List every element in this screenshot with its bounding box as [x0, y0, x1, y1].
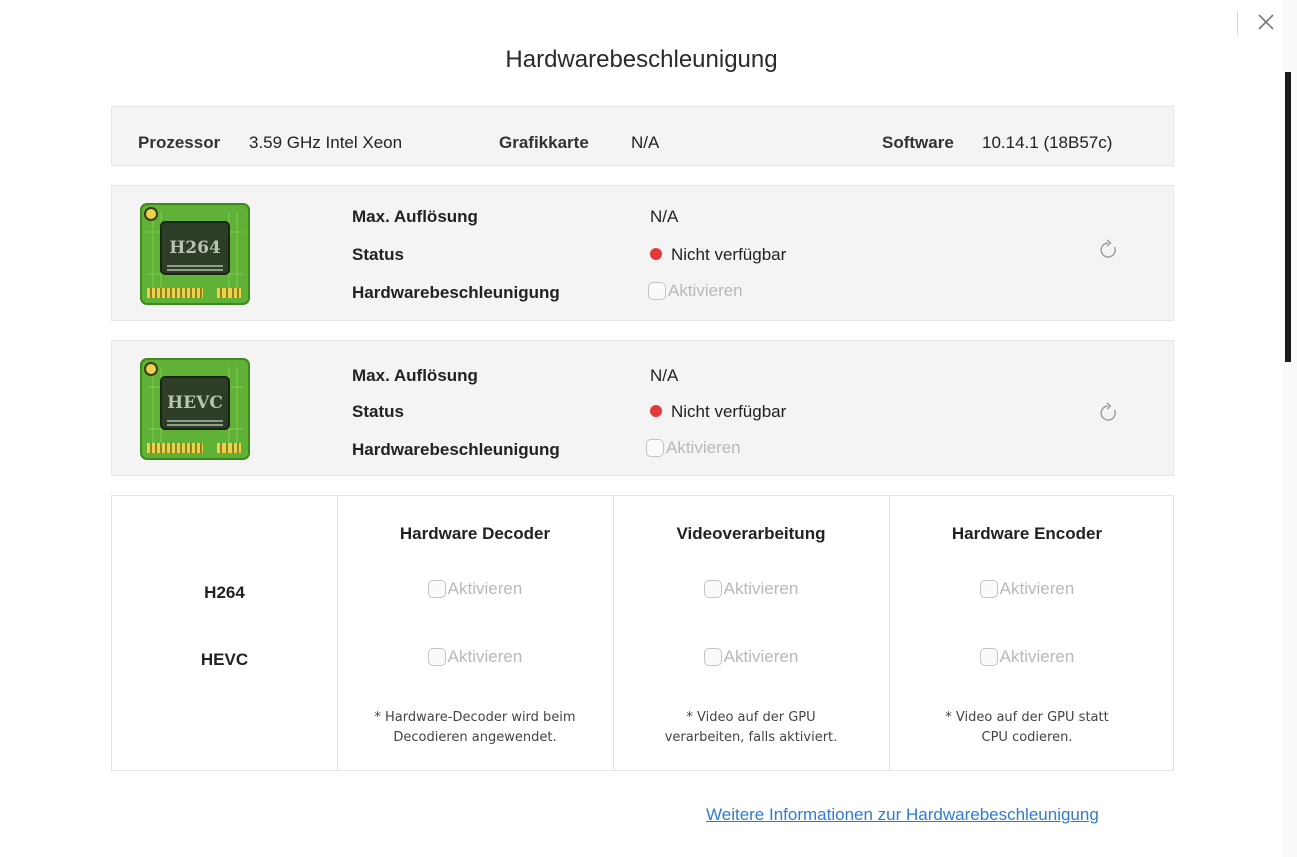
status-label: Status: [352, 402, 404, 421]
max-resolution-label: Max. Auflösung: [352, 366, 478, 385]
max-resolution-value: N/A: [650, 207, 679, 226]
hevc-processing-checkbox[interactable]: Aktivieren: [613, 647, 889, 667]
status-text: Nicht verfügbar: [671, 402, 787, 421]
codec-card-h264: H264 Max. Auflösung N/A Status Nicht ver…: [111, 185, 1174, 321]
background-window-edge: [1283, 0, 1297, 857]
checkbox-label: Aktivieren: [999, 647, 1075, 666]
hevc-encoder-checkbox[interactable]: Aktivieren: [889, 647, 1165, 667]
note-line: * Video auf der GPU statt: [945, 710, 1109, 725]
row-header-hevc: HEVC: [200, 650, 249, 669]
software-value: 10.14.1 (18B57c): [982, 133, 1113, 152]
close-icon: [1258, 14, 1274, 30]
processing-note: * Video auf der GPU verarbeiten, falls a…: [613, 708, 889, 748]
row-header-h264: H264: [204, 583, 245, 602]
gpu-value: N/A: [631, 133, 660, 152]
max-resolution-label: Max. Auflösung: [352, 207, 478, 226]
system-info-bar: Prozessor 3.59 GHz Intel Xeon Grafikkart…: [111, 106, 1174, 166]
column-header-encoder: Hardware Encoder: [951, 524, 1103, 543]
h264-encoder-checkbox[interactable]: Aktivieren: [889, 579, 1165, 599]
checkbox-label: Aktivieren: [447, 579, 523, 598]
refresh-icon[interactable]: [1097, 401, 1121, 425]
h264-processing-checkbox[interactable]: Aktivieren: [613, 579, 889, 599]
checkbox-label: Aktivieren: [447, 647, 523, 666]
chip-icon: H264: [140, 203, 250, 305]
status-text: Nicht verfügbar: [671, 245, 787, 264]
column-header-decoder: Hardware Decoder: [399, 524, 551, 543]
note-line: * Video auf der GPU: [686, 710, 816, 725]
note-line: verarbeiten, falls aktiviert.: [664, 730, 838, 745]
chip-icon: HEVC: [140, 358, 250, 460]
checkbox-label: Aktivieren: [999, 579, 1075, 598]
status-value: Nicht verfügbar: [650, 402, 786, 422]
svg-text:HEVC: HEVC: [167, 393, 223, 413]
acceleration-label: Hardwarebeschleunigung: [352, 283, 560, 302]
checkbox-icon[interactable]: [427, 648, 446, 666]
more-info-link[interactable]: Weitere Informationen zur Hardwarebeschl…: [706, 805, 1099, 825]
checkbox-label: Aktivieren: [668, 281, 743, 300]
checkbox-icon[interactable]: [979, 648, 998, 666]
encoder-note: * Video auf der GPU statt CPU codieren.: [889, 708, 1165, 748]
checkbox-label: Aktivieren: [723, 579, 799, 598]
h264-decoder-checkbox[interactable]: Aktivieren: [337, 579, 613, 599]
status-value: Nicht verfügbar: [650, 245, 786, 265]
acceleration-matrix: Hardware Decoder Videoverarbeitung Hardw…: [111, 495, 1174, 771]
svg-text:H264: H264: [169, 238, 221, 258]
checkbox-icon[interactable]: [703, 580, 722, 598]
checkbox-label: Aktivieren: [723, 647, 799, 666]
dialog-title: Hardwarebeschleunigung: [505, 46, 778, 73]
checkbox-icon[interactable]: [427, 580, 446, 598]
software-label: Software: [882, 133, 954, 152]
background-window-bar: [1285, 72, 1291, 362]
processor-value: 3.59 GHz Intel Xeon: [249, 133, 403, 152]
column-header-processing: Videoverarbeitung: [676, 524, 826, 543]
checkbox-icon[interactable]: [703, 648, 722, 666]
decoder-note: * Hardware-Decoder wird beim Decodieren …: [337, 708, 613, 748]
codec-card-hevc: HEVC Max. Auflösung N/A Status Nicht ver…: [111, 340, 1174, 476]
max-resolution-value: N/A: [650, 366, 679, 385]
note-line: CPU codieren.: [981, 730, 1073, 745]
accel-checkbox[interactable]: Aktivieren: [648, 281, 743, 301]
acceleration-label: Hardwarebeschleunigung: [352, 440, 560, 459]
note-line: * Hardware-Decoder wird beim: [374, 710, 576, 725]
checkbox-label: Aktivieren: [666, 438, 741, 457]
status-label: Status: [352, 245, 404, 264]
gpu-label: Grafikkarte: [499, 133, 589, 152]
close-separator: [1237, 10, 1238, 34]
refresh-icon[interactable]: [1097, 238, 1121, 262]
processor-label: Prozessor: [138, 133, 221, 152]
status-dot-icon: [650, 248, 662, 260]
checkbox-icon[interactable]: [646, 439, 664, 457]
hevc-decoder-checkbox[interactable]: Aktivieren: [337, 647, 613, 667]
close-button[interactable]: [1252, 8, 1280, 36]
accel-checkbox[interactable]: Aktivieren: [646, 438, 741, 458]
checkbox-icon[interactable]: [648, 282, 666, 300]
checkbox-icon[interactable]: [979, 580, 998, 598]
status-dot-icon: [650, 405, 662, 417]
note-line: Decodieren angewendet.: [393, 730, 557, 745]
